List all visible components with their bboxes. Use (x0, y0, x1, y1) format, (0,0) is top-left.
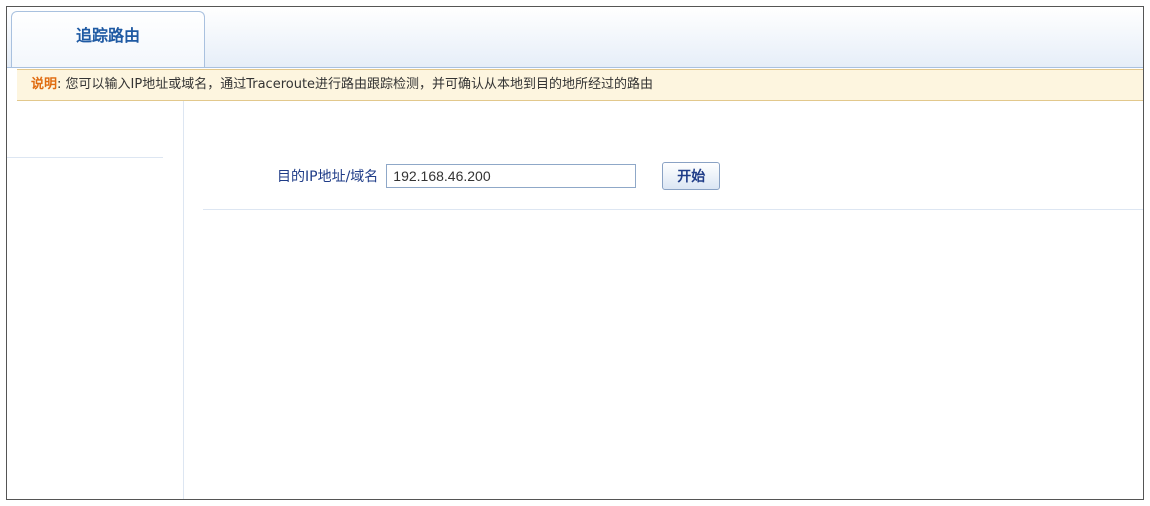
left-pane (7, 101, 184, 499)
main-content: 目的IP地址/域名 开始 (7, 101, 1143, 499)
notice-text: : 您可以输入IP地址或域名，通过Traceroute进行路由跟踪检测，并可确认… (57, 77, 654, 92)
tab-bar: 追踪路由 (7, 7, 1143, 68)
left-pane-divider (7, 157, 163, 158)
start-button[interactable]: 开始 (662, 162, 721, 190)
destination-label: 目的IP地址/域名 (277, 169, 379, 185)
instruction-bar: 说明: 您可以输入IP地址或域名，通过Traceroute进行路由跟踪检测，并可… (17, 69, 1143, 101)
results-divider (203, 209, 1143, 210)
trace-route-panel: 追踪路由 说明: 您可以输入IP地址或域名，通过Traceroute进行路由跟踪… (6, 6, 1144, 500)
tab-trace-route[interactable]: 追踪路由 (11, 11, 205, 67)
destination-form: 目的IP地址/域名 开始 (277, 161, 721, 191)
notice-key: 说明 (31, 77, 58, 92)
destination-ip-input[interactable] (386, 164, 637, 188)
